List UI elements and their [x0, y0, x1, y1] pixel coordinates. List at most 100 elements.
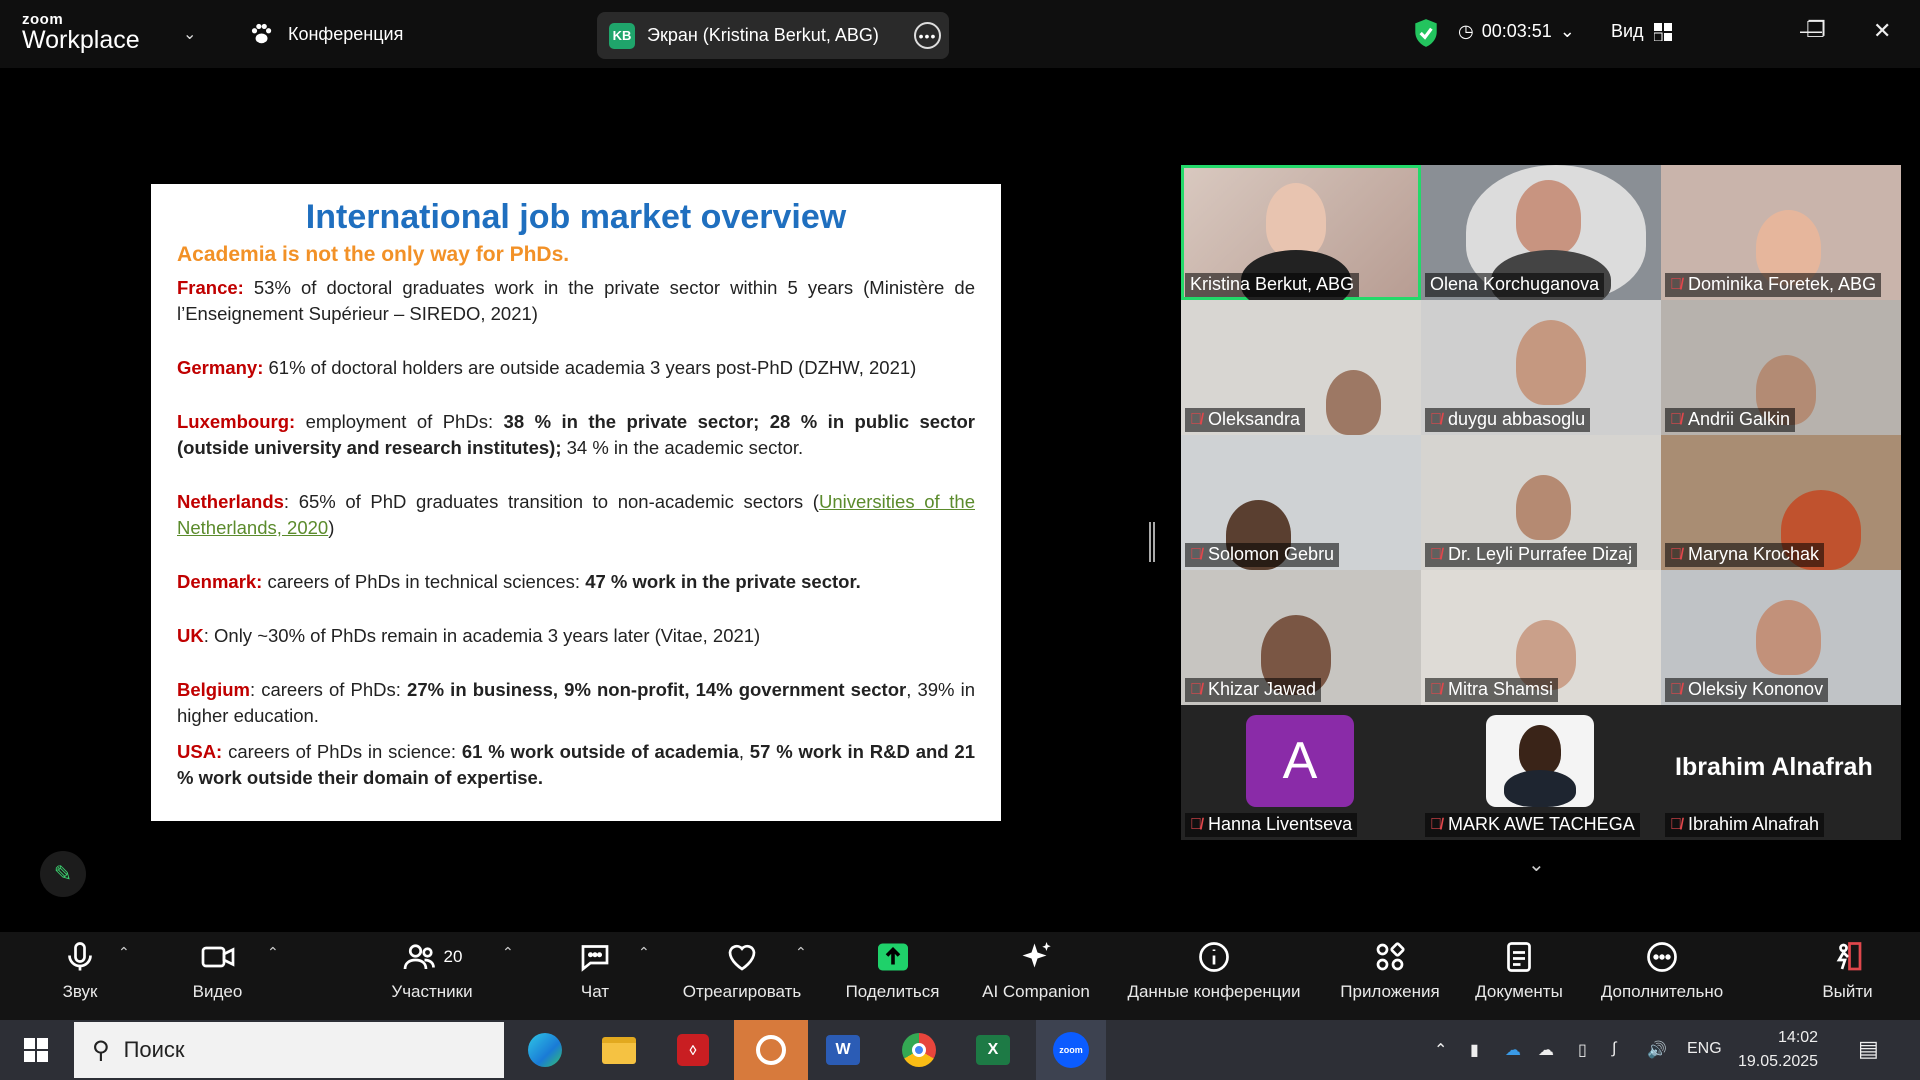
- docs-label: Документы: [1475, 982, 1563, 1001]
- participant-name: 🎙̸ Ibrahim Alnafrah: [1665, 813, 1825, 837]
- chat-icon: [581, 945, 609, 972]
- video-button[interactable]: Видео ⌃: [185, 932, 279, 1002]
- leave-icon: [1836, 942, 1861, 971]
- video-feed: [1266, 183, 1326, 258]
- acrobat-icon[interactable]: ◊: [668, 1027, 718, 1073]
- chrome-icon[interactable]: [894, 1027, 944, 1073]
- slide-item-luxembourg: Luxembourg: employment of PhDs: 38 % in …: [177, 409, 975, 461]
- mic-off-icon: 🎙̸: [1430, 815, 1442, 833]
- caret-up-icon[interactable]: ⌃: [638, 944, 650, 961]
- participant-gallery: Kristina Berkut, ABG Olena Korchuganova …: [1181, 165, 1901, 840]
- slide-item-france: France: 53% of doctoral graduates work i…: [177, 275, 975, 327]
- battery-icon[interactable]: ▮: [1470, 1040, 1479, 1060]
- share-button[interactable]: Поделиться: [840, 932, 945, 1002]
- ai-companion-button[interactable]: AI Companion: [976, 932, 1096, 1002]
- leave-button[interactable]: Выйти: [1815, 932, 1880, 1002]
- participant-tile[interactable]: 🎙̸ Oleksandra: [1181, 300, 1421, 435]
- document-icon: [1507, 942, 1531, 972]
- item-tail: ,: [738, 741, 750, 762]
- item-bold: 27% in business, 9% non-profit, 14% gove…: [407, 679, 907, 700]
- notifications-icon[interactable]: ▤: [1858, 1036, 1879, 1062]
- chat-label: Чат: [580, 982, 610, 1001]
- windows-start-icon[interactable]: [24, 1038, 48, 1062]
- participant-tile[interactable]: Kristina Berkut, ABG: [1181, 165, 1421, 300]
- word-icon[interactable]: W: [818, 1027, 868, 1073]
- react-button[interactable]: Отреагировать ⌃: [677, 932, 807, 1002]
- caret-up-icon[interactable]: ⌃: [502, 944, 514, 961]
- slide-item-denmark: Denmark: careers of PhDs in technical sc…: [177, 569, 975, 595]
- participant-tile[interactable]: Ibrahim Alnafrah 🎙̸ Ibrahim Alnafrah: [1661, 705, 1901, 840]
- participant-tile[interactable]: 🎙̸ Dr. Leyli Purrafee Dizaj: [1421, 435, 1661, 570]
- excel-icon[interactable]: X: [968, 1027, 1018, 1073]
- mic-off-icon: 🎙̸: [1430, 680, 1442, 698]
- chat-button[interactable]: Чат ⌃: [570, 932, 650, 1002]
- mic-off-icon: 🎙̸: [1190, 680, 1202, 698]
- meeting-label: Конференция: [288, 23, 404, 44]
- chevron-down-icon[interactable]: ⌄: [1528, 852, 1545, 877]
- participant-tile[interactable]: A 🎙̸ Hanna Liventseva: [1181, 705, 1421, 840]
- item-text: employment of PhDs:: [295, 411, 504, 432]
- caret-up-icon[interactable]: ⌃: [795, 944, 807, 961]
- participant-tile[interactable]: 🎙̸ Khizar Jawad: [1181, 570, 1421, 705]
- close-icon[interactable]: ✕: [1873, 18, 1891, 44]
- more-button[interactable]: Дополнительно: [1592, 932, 1732, 1002]
- cloud-icon[interactable]: ☁: [1538, 1040, 1554, 1060]
- edge-icon[interactable]: [520, 1027, 570, 1073]
- pencil-icon[interactable]: ✎: [40, 851, 86, 897]
- audio-label: Звук: [62, 982, 98, 1001]
- participant-tile[interactable]: 🎙̸ Mitra Shamsi: [1421, 570, 1661, 705]
- onedrive-icon[interactable]: ☁: [1505, 1040, 1521, 1060]
- apps-icon: [1376, 942, 1405, 971]
- caret-up-icon[interactable]: ⌃: [267, 944, 279, 961]
- name-text: Olena Korchuganova: [1430, 274, 1600, 294]
- audio-button[interactable]: Звук ⌃: [50, 932, 130, 1002]
- file-explorer-icon[interactable]: [594, 1027, 644, 1073]
- video-feed: [1504, 770, 1576, 807]
- meeting-timer[interactable]: ◷ 00:03:51 ⌄: [1458, 21, 1575, 42]
- mic-off-icon: 🎙̸: [1670, 680, 1682, 698]
- name-text: Maryna Krochak: [1688, 544, 1820, 564]
- participants-button[interactable]: 20 Участники ⌃: [382, 932, 513, 1002]
- chevron-up-icon[interactable]: ⌃: [1434, 1040, 1447, 1060]
- share-screen-icon: [877, 943, 908, 971]
- participant-tile[interactable]: 🎙̸ MARK AWE TACHEGA: [1421, 705, 1661, 840]
- participant-tile[interactable]: Olena Korchuganova: [1421, 165, 1661, 300]
- participant-tile[interactable]: 🎙̸ Dominika Foretek, ABG: [1661, 165, 1901, 300]
- item-text: : Only ~30% of PhDs remain in academia 3…: [203, 625, 761, 646]
- draw-app-icon[interactable]: [734, 1020, 808, 1080]
- microphone-tray-icon[interactable]: ▯: [1578, 1040, 1587, 1060]
- language-indicator[interactable]: ENG: [1687, 1040, 1722, 1058]
- wifi-icon[interactable]: ∫: [1612, 1040, 1616, 1058]
- participant-tile[interactable]: 🎙̸ Oleksiy Kononov: [1661, 570, 1901, 705]
- search-icon: ⚲: [92, 1036, 110, 1064]
- zoom-taskbar-icon[interactable]: zoom: [1036, 1020, 1106, 1080]
- meeting-info-button[interactable]: Конференция: [248, 21, 403, 47]
- caret-up-icon[interactable]: ⌃: [118, 944, 130, 961]
- taskbar-search-input[interactable]: ⚲ Поиск: [74, 1022, 504, 1078]
- more-icon[interactable]: •••: [914, 22, 941, 49]
- chevron-down-icon: ⌄: [1559, 21, 1575, 41]
- panel-splitter-handle[interactable]: [1149, 522, 1155, 562]
- microphone-icon: [68, 942, 92, 971]
- chevron-down-icon[interactable]: ⌄: [183, 24, 196, 44]
- screen-share-pill[interactable]: KB Экран (Kristina Berkut, ABG) •••: [597, 12, 949, 59]
- restore-icon[interactable]: ❐: [1806, 17, 1826, 43]
- clock-time: 14:02: [1778, 1029, 1819, 1046]
- mic-off-icon: 🎙̸: [1670, 275, 1682, 293]
- search-placeholder: Поиск: [123, 1037, 185, 1062]
- view-button[interactable]: Вид: [1611, 21, 1672, 42]
- volume-icon[interactable]: 🔊: [1647, 1040, 1667, 1060]
- participant-tile[interactable]: 🎙̸ Andrii Galkin: [1661, 300, 1901, 435]
- participant-tile[interactable]: 🎙̸ Maryna Krochak: [1661, 435, 1901, 570]
- participant-tile[interactable]: 🎙̸ Solomon Gebru: [1181, 435, 1421, 570]
- taskbar-clock[interactable]: 14:02 19.05.2025: [1738, 1026, 1818, 1074]
- shield-check-icon[interactable]: [1413, 18, 1439, 48]
- participant-tile[interactable]: 🎙̸ duygu abbasoglu: [1421, 300, 1661, 435]
- meeting-info-tool[interactable]: Данные конференции: [1118, 932, 1310, 1002]
- item-text: : 65% of PhD graduates transition to non…: [283, 491, 819, 512]
- apps-button[interactable]: Приложения: [1334, 932, 1446, 1002]
- docs-button[interactable]: Документы: [1469, 932, 1569, 1002]
- country-label: Netherlands: [177, 491, 284, 512]
- mic-off-icon: 🎙̸: [1190, 545, 1202, 563]
- apps-label: Приложения: [1340, 982, 1440, 1001]
